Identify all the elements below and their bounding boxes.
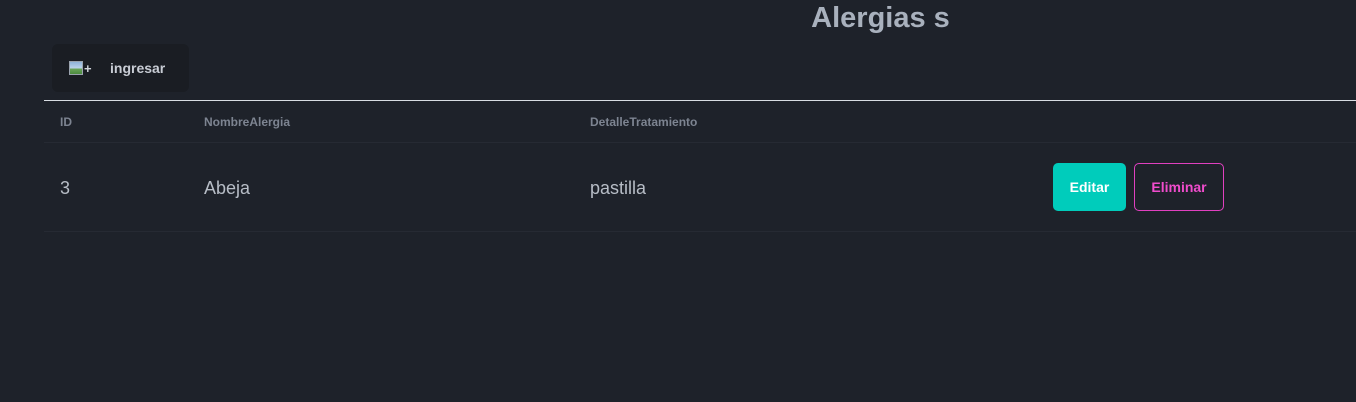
add-allergy-button[interactable]: + ingresar [52, 44, 189, 92]
column-header-id: ID [60, 115, 72, 129]
column-header-nombre-alergia: NombreAlergia [204, 115, 291, 129]
cell-nombre-alergia: Abeja [204, 178, 251, 198]
page-title: Alergias s [811, 2, 950, 34]
cell-detalle-tratamiento: pastilla [590, 178, 647, 198]
table-row: 3 Abeja pastilla Editar Eliminar [44, 143, 1356, 232]
image-alt-text: + [84, 60, 92, 76]
column-header-detalle-tratamiento: DetalleTratamiento [590, 115, 698, 129]
delete-button[interactable]: Eliminar [1134, 163, 1224, 211]
cell-id: 3 [60, 178, 71, 198]
image-placeholder-icon [69, 61, 83, 75]
add-button-label: ingresar [110, 60, 166, 76]
page: Alergias s + ingresar ID NombreAlergia D… [0, 0, 1356, 402]
table-header: ID NombreAlergia DetalleTratamiento [44, 101, 1356, 143]
broken-image-icon: + [69, 60, 94, 76]
allergies-table: ID NombreAlergia DetalleTratamiento 3 Ab… [44, 100, 1356, 232]
edit-button[interactable]: Editar [1053, 163, 1126, 211]
